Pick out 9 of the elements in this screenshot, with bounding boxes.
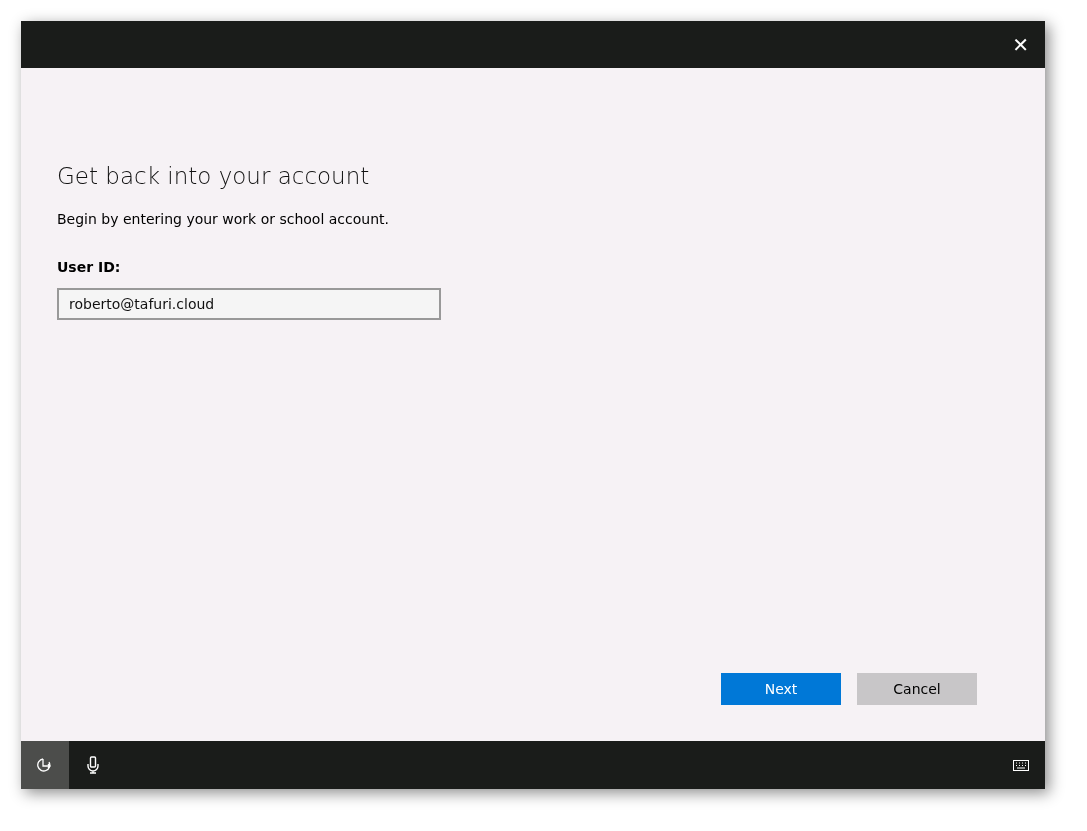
heading: Get back into your account <box>57 162 371 191</box>
microphone-icon <box>87 756 99 774</box>
cancel-button[interactable]: Cancel <box>857 673 977 705</box>
user-id-field[interactable]: roberto@tafuri.cloud <box>57 287 441 320</box>
close-button[interactable]: ✕ <box>1012 34 1029 55</box>
instructions: Begin by entering your work or school account. <box>57 209 390 229</box>
keyboard-icon <box>1013 759 1029 771</box>
next-button[interactable]: Next <box>721 673 841 705</box>
field-label: User ID: <box>57 257 122 277</box>
